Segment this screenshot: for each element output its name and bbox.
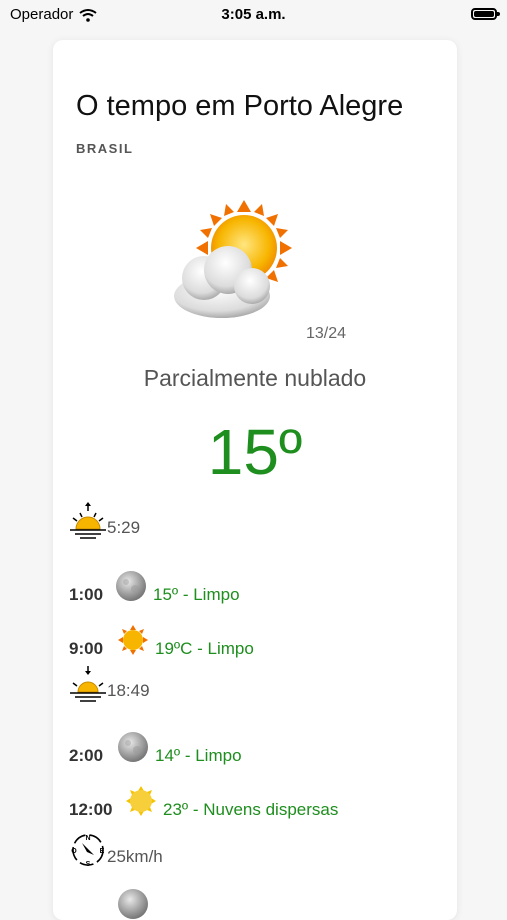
moon-icon [118, 732, 148, 762]
city-title: O tempo em Porto Alegre [76, 90, 404, 122]
update-time: 13/24 [306, 325, 347, 342]
wind-speed: 25km/h [107, 847, 163, 866]
svg-text:E: E [100, 848, 105, 855]
forecast-hour: 2:00 [69, 746, 104, 765]
sunset-row: 18:49 [69, 666, 150, 702]
forecast-hour: 12:00 [69, 800, 113, 819]
sun-icon [126, 786, 156, 816]
compass-icon: N S O E [71, 834, 105, 868]
weather-card: O tempo em Porto Alegre BRASIL 13/24 Par… [53, 40, 457, 920]
status-bar: Operador 3:05 a.m. [0, 0, 507, 30]
svg-text:N: N [85, 835, 90, 842]
sunrise-icon [70, 502, 106, 539]
forecast-text: 14º - Limpo [155, 746, 242, 765]
svg-text:O: O [71, 848, 77, 855]
forecast-text: 19ºC - Limpo [155, 639, 254, 658]
sunset-time: 18:49 [107, 681, 150, 700]
forecast-hour: 9:00 [69, 639, 104, 658]
status-time: 3:05 a.m. [221, 6, 286, 23]
condition-text: Parcialmente nublado [143, 365, 367, 391]
svg-text:S: S [86, 861, 91, 868]
forecast-row: 2:00 14º - Limpo [69, 732, 242, 774]
forecast-text: 15º - Limpo [153, 585, 240, 604]
battery-icon [471, 8, 500, 20]
sunrise-time: 5:29 [107, 518, 141, 537]
forecast-text: 23º - Nuvens dispersas [163, 800, 339, 819]
sunrise-row: 5:29 [69, 502, 141, 539]
sun-icon [118, 625, 148, 655]
forecast-row: 1:00 15º - Limpo [69, 571, 240, 613]
wind-row: N S O E 25km/h [69, 830, 163, 870]
country-label: BRASIL [76, 141, 134, 156]
partly-cloudy-icon [174, 200, 292, 318]
sunset-icon [70, 666, 106, 702]
moon-icon [116, 571, 146, 601]
forecast-row: 9:00 19ºC - Limpo [69, 625, 254, 667]
moon-icon [118, 889, 148, 919]
current-temperature: 15º [207, 416, 303, 488]
forecast-hour: 1:00 [69, 585, 104, 604]
forecast-row: 12:00 23º - Nuvens dispersas [69, 786, 339, 828]
